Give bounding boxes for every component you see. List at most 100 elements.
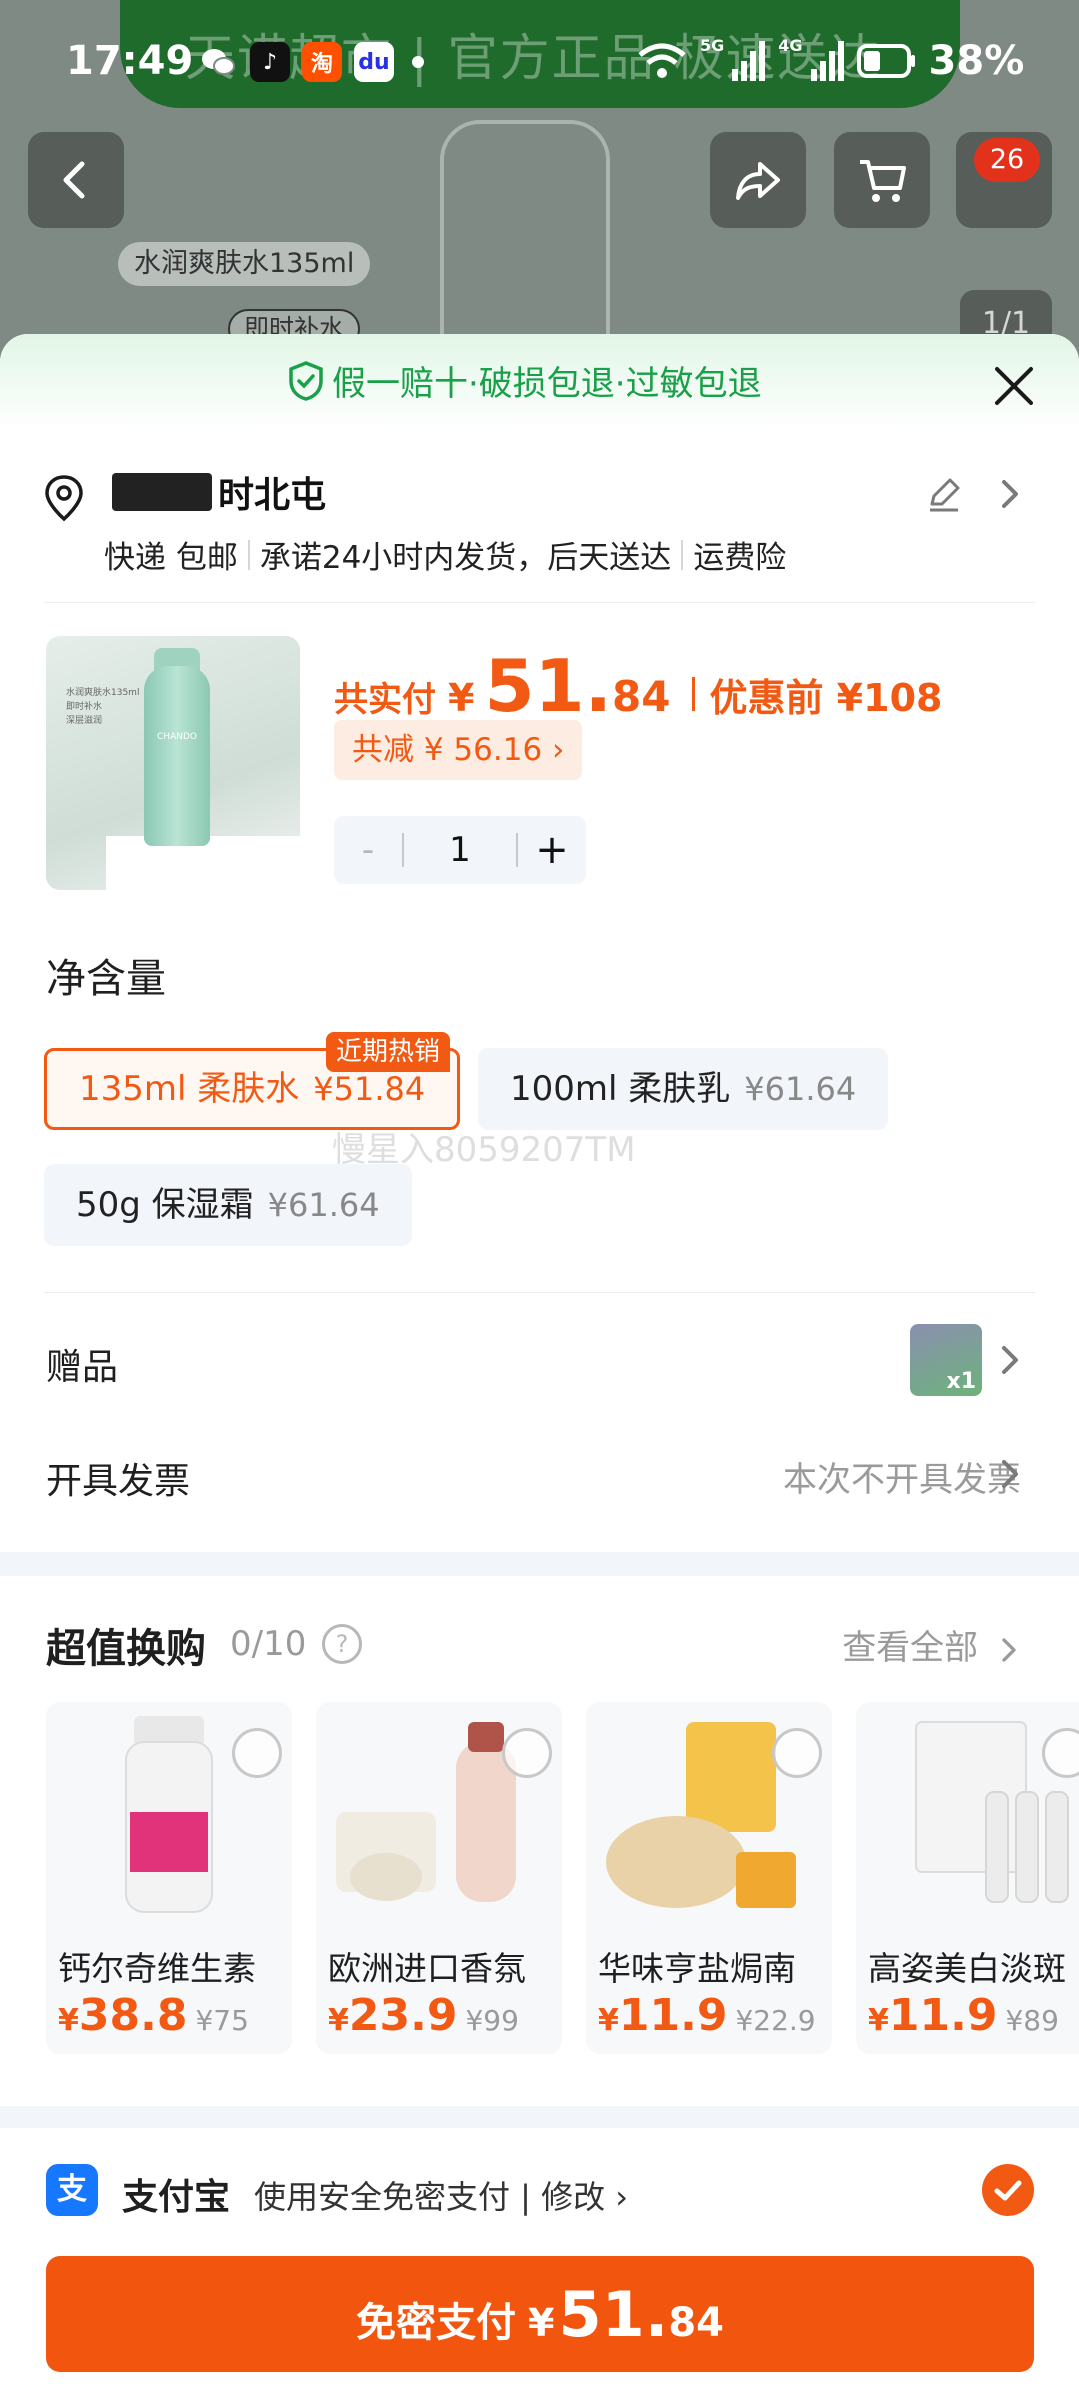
chevron-right-icon[interactable] xyxy=(996,1342,1024,1378)
swap-count: 0/10 xyxy=(230,1624,307,1664)
swap-item-card[interactable]: 华味亨盐焗南 ¥ 11.9 ¥22.9 xyxy=(586,1702,832,2054)
product-image-note: 水润爽肤水135ml xyxy=(66,688,140,698)
battery-percent: 38% xyxy=(928,38,1025,84)
signal-icon-2 xyxy=(810,41,844,81)
swap-price-now: 38.8 xyxy=(78,1990,188,2041)
select-radio[interactable] xyxy=(232,1728,282,1778)
delivery-info: 快递 包邮 承诺24小时内发货，后天送达 运费险 xyxy=(104,532,786,577)
price-summary: 共实付 ¥ 51. 84 优惠前 ¥108 xyxy=(334,644,942,728)
chevron-right-icon xyxy=(1002,1637,1016,1662)
option-name: 135ml 柔肤水 xyxy=(79,1069,300,1109)
pay-label: 共实付 xyxy=(334,680,436,720)
back-button[interactable] xyxy=(28,132,124,228)
alipay-icon: 支 xyxy=(46,2164,98,2216)
swap-price-old: ¥22.9 xyxy=(735,2004,816,2037)
swap-item-price: ¥ 38.8 ¥75 xyxy=(58,1990,249,2041)
section-divider xyxy=(44,1292,1035,1293)
price-integer: 51. xyxy=(484,644,612,728)
swap-item-name: 欧洲进口香氛 xyxy=(328,1949,526,1988)
currency-symbol: ¥ xyxy=(868,2003,889,2038)
status-indicators: 5G 4G 38% xyxy=(636,38,1024,84)
quantity-stepper: - 1 + xyxy=(334,816,586,884)
swap-item-card[interactable]: 欧洲进口香氛 ¥ 23.9 ¥99 xyxy=(316,1702,562,2054)
payment-selected-check[interactable] xyxy=(982,2164,1034,2216)
wechat-icon xyxy=(202,49,235,75)
chevron-left-icon xyxy=(63,161,85,199)
share-icon xyxy=(736,162,780,200)
quantity-value[interactable]: 1 xyxy=(404,830,516,870)
price-decimal: 84 xyxy=(612,672,671,721)
option-price: ¥61.64 xyxy=(744,1070,857,1108)
section-divider xyxy=(44,602,1035,603)
swap-item-name: 华味亨盐焗南 xyxy=(598,1949,796,1988)
cart-button[interactable] xyxy=(834,132,930,228)
product-image[interactable]: CHANDO 水润爽肤水135ml 即时补水 深层滋润 xyxy=(46,636,300,890)
option-name: 100ml 柔肤乳 xyxy=(510,1069,731,1109)
pay-button-currency: ¥ xyxy=(528,2301,555,2345)
currency-symbol: ¥ xyxy=(448,676,475,720)
delivery-promise: 承诺24小时内发货，后天送达 xyxy=(259,540,672,576)
shield-check-icon xyxy=(289,360,323,401)
swap-item-card[interactable]: 高姿美白淡斑 ¥ 11.9 ¥89 xyxy=(856,1702,1079,2054)
chevron-right-icon[interactable] xyxy=(996,476,1024,512)
background-product-label: 水润爽肤水135ml xyxy=(118,242,371,286)
order-sheet: 假一赔十·破损包退·过敏包退 时北屯 快递 包邮 承诺24小时内发货，后天送达 … xyxy=(0,334,1079,2400)
pay-button-price-integer: 51. xyxy=(558,2278,669,2351)
product-image-brand: CHANDO xyxy=(157,732,197,742)
swap-price-now: 11.9 xyxy=(888,1990,998,2041)
swap-item-price: ¥ 11.9 ¥22.9 xyxy=(598,1990,816,2041)
see-all-link[interactable]: 查看全部 xyxy=(842,1620,1021,1669)
guarantee-strip: 假一赔十·破损包退·过敏包退 xyxy=(0,334,1079,430)
address-recipient[interactable]: 时北屯 xyxy=(112,466,326,518)
more-notifications-dot xyxy=(412,56,424,68)
option-50g-cream[interactable]: 50g 保湿霜 ¥61.64 xyxy=(44,1164,412,1246)
increase-button[interactable]: + xyxy=(518,827,586,873)
pay-button[interactable]: 免密支付 ¥ 51. 84 xyxy=(46,2256,1034,2372)
guarantee-banner[interactable]: 假一赔十·破损包退·过敏包退 xyxy=(288,356,762,405)
guarantee-text: 假一赔十·破损包退·过敏包退 xyxy=(332,364,762,404)
network-type-1: 5G xyxy=(700,36,725,55)
status-bar: 17:49 ♪ 淘 du 5G 4G 38% xyxy=(0,0,1079,120)
swap-price-old: ¥89 xyxy=(1005,2004,1059,2037)
swap-item-price: ¥ 23.9 ¥99 xyxy=(328,1990,519,2041)
payment-method-name: 支付宝 xyxy=(122,2177,231,2218)
address-name-text: 时北屯 xyxy=(218,475,327,516)
location-pin-icon xyxy=(45,475,83,522)
hot-sale-badge: 近期热销 xyxy=(326,1032,451,1072)
payment-method-change[interactable]: 使用安全免密支付 | 修改 › xyxy=(254,2172,628,2218)
swap-item-price: ¥ 11.9 ¥89 xyxy=(868,1990,1059,2041)
decrease-button[interactable]: - xyxy=(334,830,402,870)
product-image-note: 即时补水 xyxy=(66,702,103,712)
gift-label: 赠品 xyxy=(46,1347,119,1388)
freight-insurance: 运费险 xyxy=(693,540,787,576)
help-icon[interactable]: ? xyxy=(322,1624,362,1664)
swap-title: 超值换购 xyxy=(46,1626,206,1672)
check-icon xyxy=(994,2180,1022,2201)
see-all-text: 查看全部 xyxy=(842,1628,979,1668)
close-icon[interactable] xyxy=(990,362,1038,410)
discount-detail-button[interactable]: 共减 ¥ 56.16 › xyxy=(334,720,583,780)
select-radio[interactable] xyxy=(772,1728,822,1778)
edit-icon[interactable] xyxy=(924,474,964,514)
network-type-2: 4G xyxy=(778,36,803,55)
payment-area: 支 支付宝 使用安全免密支付 | 修改 › 免密支付 ¥ 51. 84 xyxy=(0,2106,1079,2400)
tiktok-icon: ♪ xyxy=(250,42,290,82)
option-name: 50g 保湿霜 xyxy=(76,1185,254,1225)
product-image-notes: 水润爽肤水135ml 即时补水 深层滋润 xyxy=(66,686,139,728)
product-image-bottle xyxy=(144,666,210,846)
option-100ml-lotion[interactable]: 100ml 柔肤乳 ¥61.64 xyxy=(478,1048,889,1130)
select-radio[interactable] xyxy=(502,1728,552,1778)
wifi-icon xyxy=(638,43,686,78)
original-price: 优惠前 ¥108 xyxy=(709,676,943,720)
divider xyxy=(681,539,684,570)
swap-item-card[interactable]: 钙尔奇维生素 ¥ 38.8 ¥75 xyxy=(46,1702,292,2054)
swap-price-now: 23.9 xyxy=(348,1990,458,2041)
chevron-right-icon[interactable] xyxy=(996,1456,1024,1492)
cart-count-badge: 26 xyxy=(974,138,1040,182)
invoice-value[interactable]: 本次不开具发票 xyxy=(783,1452,1021,1501)
status-time: 17:49 xyxy=(66,38,194,84)
share-button[interactable] xyxy=(710,132,806,228)
gift-count: x1 xyxy=(946,1369,977,1394)
gift-thumbnail[interactable]: x1 xyxy=(910,1324,982,1396)
redacted-block xyxy=(112,473,212,511)
